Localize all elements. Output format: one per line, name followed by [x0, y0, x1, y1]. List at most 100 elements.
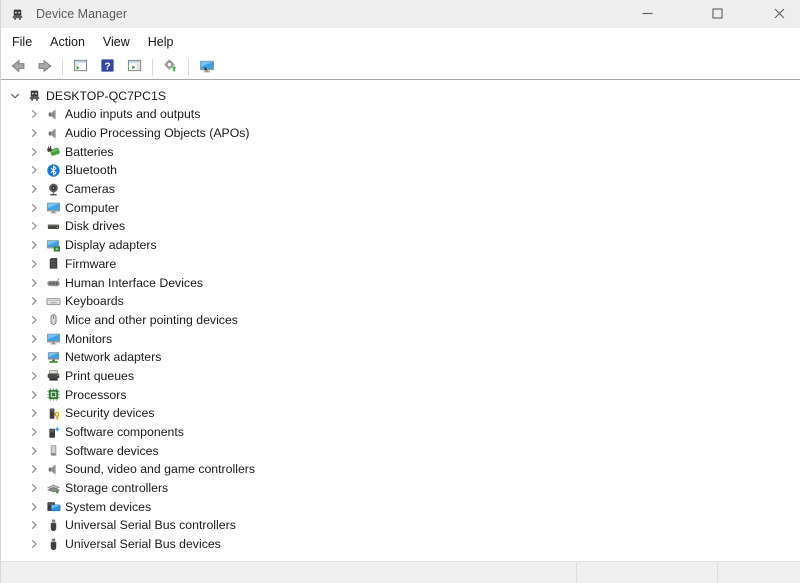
tree-item-label: Software devices: [65, 444, 159, 458]
chevron-right-icon[interactable]: [26, 218, 42, 234]
help-icon: ?: [100, 58, 115, 76]
close-button[interactable]: [757, 0, 800, 28]
minimize-icon: [642, 7, 653, 22]
show-action-pane-button[interactable]: [122, 57, 147, 78]
forward-button[interactable]: [32, 57, 57, 78]
tree-item-label: System devices: [65, 500, 151, 514]
software-component-icon: [45, 424, 61, 440]
tree-item[interactable]: Print queues: [1, 367, 800, 386]
menu-view[interactable]: View: [94, 31, 139, 53]
tree-item-label: Universal Serial Bus controllers: [65, 518, 236, 532]
tree-item-label: Cameras: [65, 182, 115, 196]
tree-item-label: Bluetooth: [65, 163, 117, 177]
tree-item[interactable]: Sound, video and game controllers: [1, 460, 800, 479]
tree-item[interactable]: Network adapters: [1, 348, 800, 367]
tree-item[interactable]: Batteries: [1, 142, 800, 161]
monitor-icon: [45, 331, 61, 347]
tree-item[interactable]: Bluetooth: [1, 161, 800, 180]
tree-item-label: Sound, video and game controllers: [65, 462, 255, 476]
tree-item[interactable]: Computer: [1, 198, 800, 217]
tree-item-label: Computer: [65, 201, 119, 215]
chevron-right-icon[interactable]: [26, 293, 42, 309]
processor-icon: [45, 387, 61, 403]
usb-icon: [45, 536, 61, 552]
chevron-right-icon[interactable]: [26, 517, 42, 533]
console-tree-icon: [73, 58, 88, 76]
chevron-right-icon[interactable]: [26, 424, 42, 440]
chevron-right-icon[interactable]: [26, 144, 42, 160]
chevron-right-icon[interactable]: [26, 181, 42, 197]
tree-item[interactable]: Cameras: [1, 180, 800, 199]
strip-divider: [576, 562, 577, 583]
tree-item-label: Keyboards: [65, 294, 124, 308]
chevron-right-icon[interactable]: [26, 200, 42, 216]
hid-icon: [45, 275, 61, 291]
network-adapter-icon: [45, 349, 61, 365]
minimize-button[interactable]: [625, 0, 669, 28]
chevron-right-icon[interactable]: [26, 480, 42, 496]
speaker-icon: [45, 125, 61, 141]
chevron-right-icon[interactable]: [26, 331, 42, 347]
menu-file[interactable]: File: [3, 31, 41, 53]
menu-action[interactable]: Action: [41, 31, 94, 53]
svg-text:?: ?: [104, 61, 110, 72]
tree-root[interactable]: DESKTOP-QC7PC1S: [1, 86, 800, 105]
bluetooth-icon: [45, 162, 61, 178]
maximize-button[interactable]: [695, 0, 739, 28]
tree-item[interactable]: Mice and other pointing devices: [1, 311, 800, 330]
chevron-right-icon[interactable]: [26, 461, 42, 477]
storage-controller-icon: [45, 480, 61, 496]
tree-item[interactable]: Audio inputs and outputs: [1, 105, 800, 124]
chevron-right-icon[interactable]: [26, 162, 42, 178]
tree-item[interactable]: Human Interface Devices: [1, 273, 800, 292]
chevron-right-icon[interactable]: [26, 349, 42, 365]
menu-help[interactable]: Help: [139, 31, 183, 53]
chevron-right-icon[interactable]: [26, 256, 42, 272]
tree-item[interactable]: Keyboards: [1, 292, 800, 311]
chevron-right-icon[interactable]: [26, 125, 42, 141]
chevron-right-icon[interactable]: [26, 387, 42, 403]
chevron-right-icon[interactable]: [26, 368, 42, 384]
chevron-right-icon[interactable]: [26, 499, 42, 515]
toolbar-separator: [62, 59, 63, 76]
tree-item[interactable]: Audio Processing Objects (APOs): [1, 124, 800, 143]
tree-item[interactable]: Software devices: [1, 441, 800, 460]
desktop-strip: [1, 561, 800, 583]
chevron-right-icon[interactable]: [26, 275, 42, 291]
tree-item[interactable]: Universal Serial Bus controllers: [1, 516, 800, 535]
tree-item[interactable]: Universal Serial Bus devices: [1, 535, 800, 554]
tree-item[interactable]: System devices: [1, 497, 800, 516]
tree-item[interactable]: Display adapters: [1, 236, 800, 255]
usb-icon: [45, 517, 61, 533]
chevron-right-icon[interactable]: [26, 237, 42, 253]
tree-item[interactable]: Firmware: [1, 255, 800, 274]
show-console-tree-button[interactable]: [68, 57, 93, 78]
chevron-right-icon[interactable]: [26, 536, 42, 552]
tree-item[interactable]: Disk drives: [1, 217, 800, 236]
speaker-icon: [45, 106, 61, 122]
device-manager-window: Device Manager FileActionViewHelp ? DESK…: [0, 0, 800, 583]
tree-item-label: Human Interface Devices: [65, 276, 203, 290]
tree-item[interactable]: Processors: [1, 385, 800, 404]
computer-view-button[interactable]: [194, 57, 219, 78]
chevron-down-icon[interactable]: [7, 88, 23, 104]
scan-hardware-changes-button[interactable]: [158, 57, 183, 78]
chevron-right-icon[interactable]: [26, 405, 42, 421]
tree-item[interactable]: Storage controllers: [1, 479, 800, 498]
title-bar: Device Manager: [1, 0, 800, 28]
back-button[interactable]: [5, 57, 30, 78]
scan-hardware-icon: [163, 58, 178, 76]
tree-item[interactable]: Software components: [1, 423, 800, 442]
toolbar-separator: [152, 59, 153, 76]
maximize-icon: [712, 7, 723, 22]
chevron-right-icon[interactable]: [26, 443, 42, 459]
back-arrow-icon: [10, 58, 26, 77]
mouse-icon: [45, 312, 61, 328]
chevron-right-icon[interactable]: [26, 106, 42, 122]
tree-item[interactable]: Security devices: [1, 404, 800, 423]
chevron-right-icon[interactable]: [26, 312, 42, 328]
battery-icon: [45, 144, 61, 160]
tree-item-label: Audio inputs and outputs: [65, 107, 200, 121]
tree-item[interactable]: Monitors: [1, 329, 800, 348]
help-button[interactable]: ?: [95, 57, 120, 78]
